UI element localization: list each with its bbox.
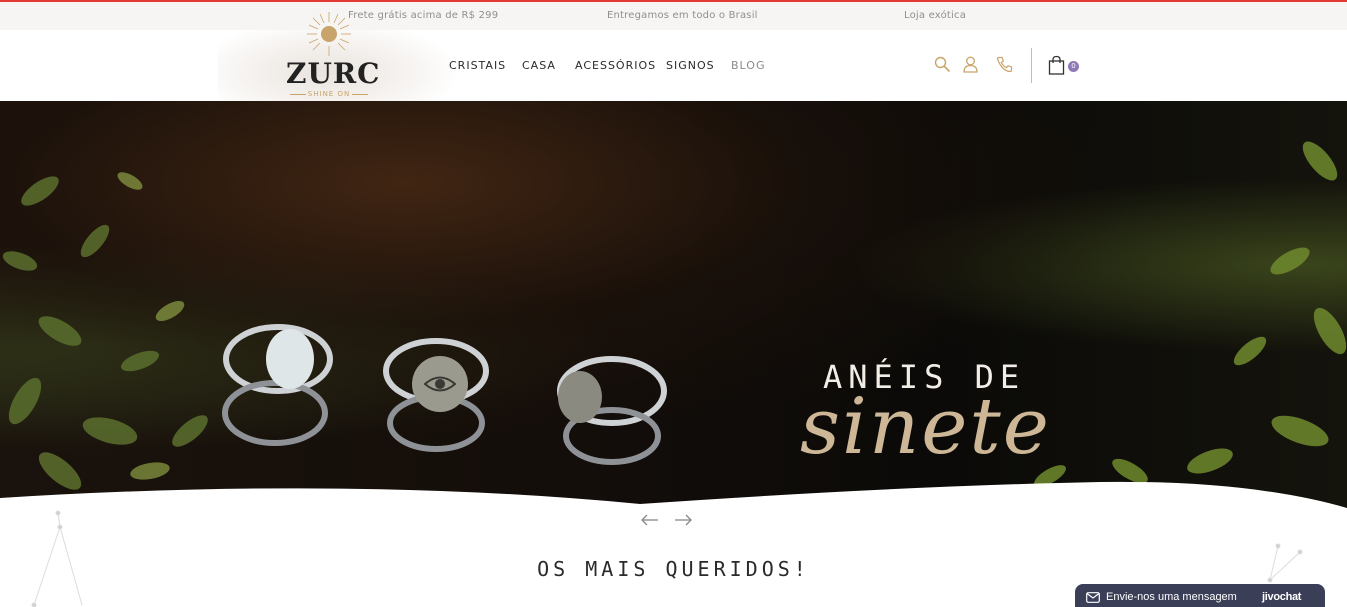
phone-icon[interactable] [996, 56, 1013, 73]
envelope-icon [1086, 592, 1100, 603]
announcement-free-shipping: Frete grátis acima de R$ 299 [348, 10, 499, 21]
user-icon[interactable] [963, 56, 978, 73]
logo-wordmark: ZURC [286, 57, 381, 90]
site-header: ZURC SHINE ON CRISTAIS CASA ACESSÓRIOS S… [0, 12, 1347, 125]
arrow-right-icon[interactable] [674, 514, 692, 526]
header-divider [1031, 48, 1032, 83]
nav-signos[interactable]: SIGNOS [666, 59, 715, 72]
section-title-favorites: OS MAIS QUERIDOS! [537, 557, 810, 581]
sun-logo-icon [307, 12, 351, 56]
nav-blog[interactable]: BLOG [731, 59, 765, 72]
announcement-delivery: Entregamos em todo o Brasil [607, 10, 758, 21]
nav-acessorios[interactable]: ACESSÓRIOS [575, 59, 656, 72]
announcement-exotic-store: Loja exótica [904, 10, 967, 21]
logo-rule-right [352, 94, 368, 95]
chat-label: Envie-nos uma mensagem [1106, 591, 1237, 603]
announcement-bar: Frete grátis acima de R$ 299 Entregamos … [0, 2, 1347, 30]
constellation-decoration-left [31, 510, 83, 607]
nav-casa[interactable]: CASA [522, 59, 556, 72]
hero-wave [0, 481, 1347, 511]
hero-banner[interactable]: ANÉIS DE sinete [0, 101, 1347, 511]
chat-brand: jivochat [1262, 591, 1302, 603]
arrow-left-icon[interactable] [641, 514, 659, 526]
chat-widget[interactable]: Envie-nos uma mensagem jivochat [1075, 584, 1325, 607]
cart-count-badge[interactable]: 0 [1068, 61, 1079, 72]
search-icon[interactable] [934, 56, 951, 73]
nav-cristais[interactable]: CRISTAIS [449, 59, 506, 72]
shopping-bag-icon[interactable] [1048, 55, 1065, 75]
